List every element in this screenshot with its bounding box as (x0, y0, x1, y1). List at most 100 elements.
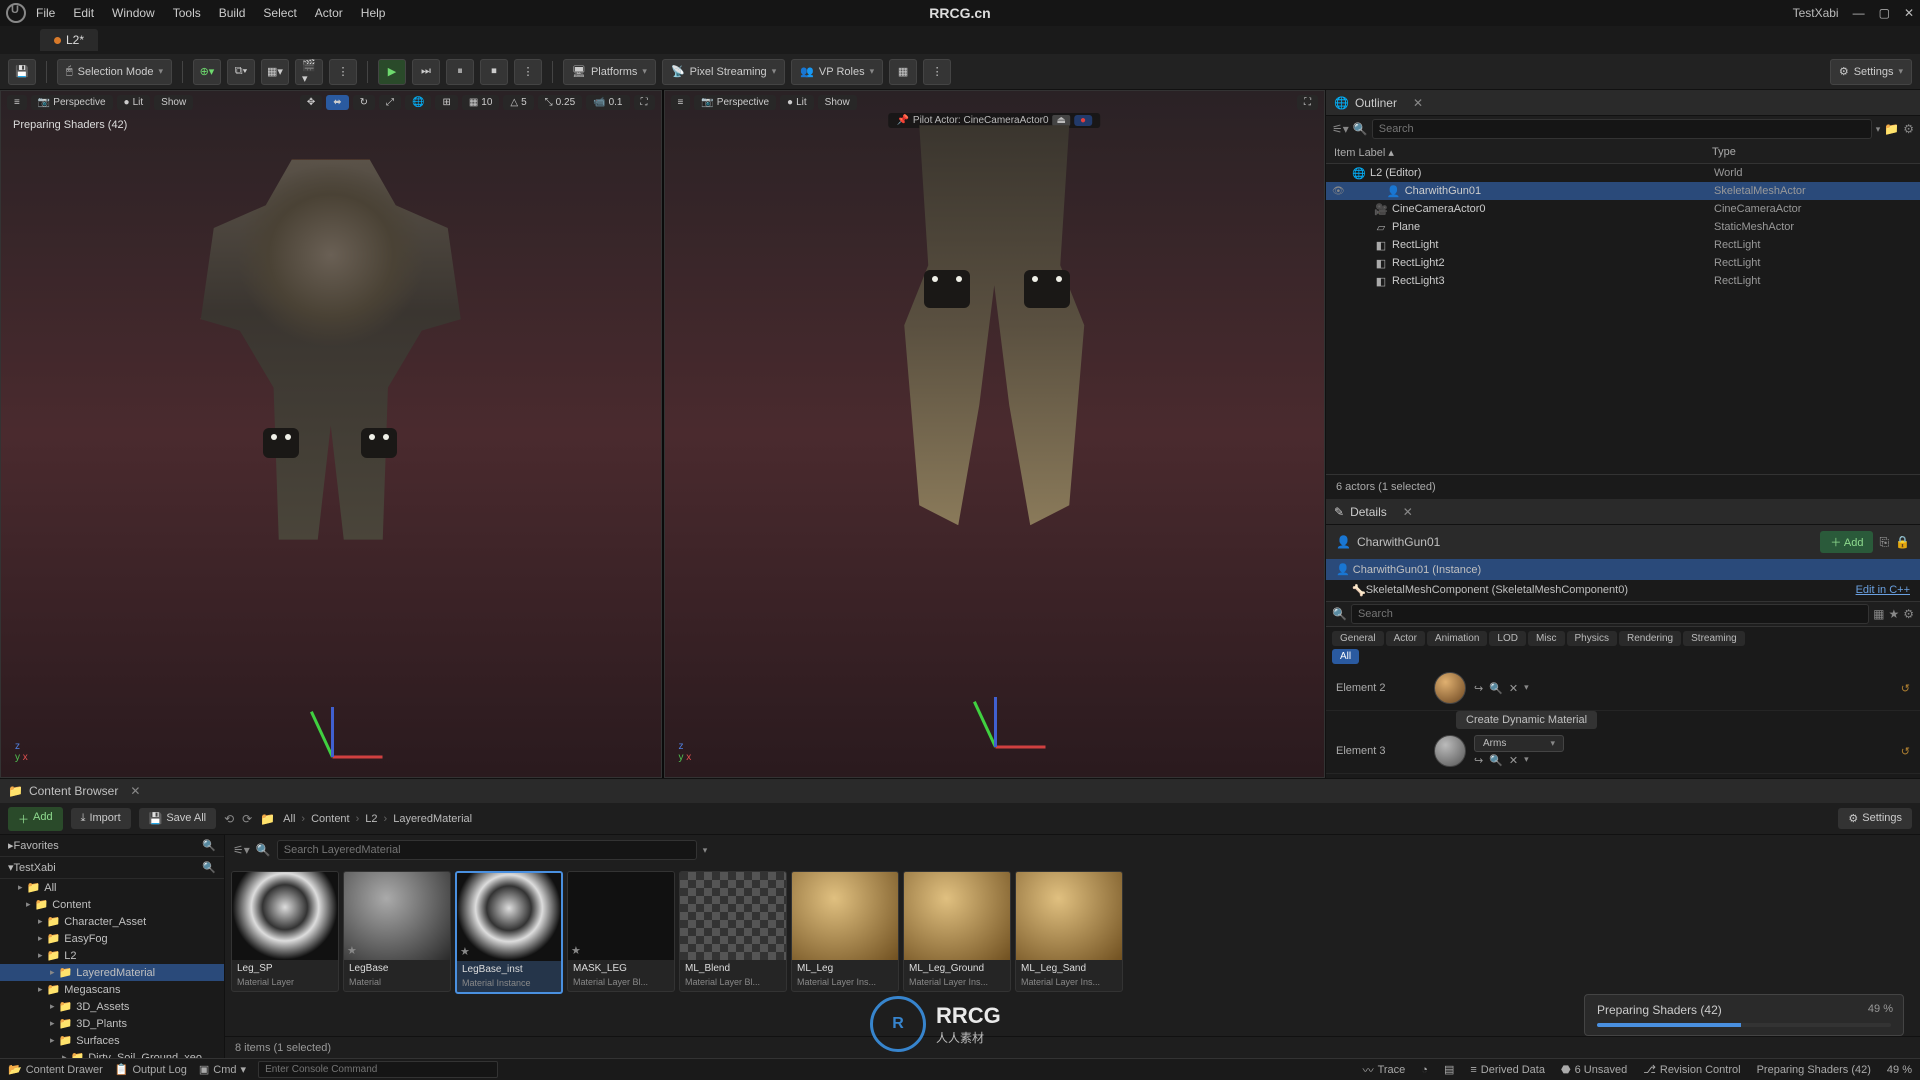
details-tab[interactable]: Physics (1567, 631, 1617, 646)
material-thumb[interactable] (1434, 735, 1466, 767)
scale-snap[interactable]: ⤡ 0.25 (538, 95, 582, 110)
asset-tile[interactable]: ★ LegBase_inst Material Instance (455, 871, 563, 994)
marketplace-button[interactable]: ⧉▾ (227, 59, 255, 85)
details-tab-all[interactable]: All (1332, 649, 1359, 664)
filter-icon[interactable]: ⚟▾ (1332, 122, 1349, 136)
coord-toggle[interactable]: 🌐 (405, 95, 431, 110)
pixel-streaming-dropdown[interactable]: 📡 Pixel Streaming ▾ (662, 59, 785, 85)
history-back-button[interactable]: ⟲ (224, 812, 234, 826)
viewport-right[interactable]: ≡ 📷 Perspective ● Lit Show ⛶ 📌 Pilot Act… (664, 90, 1326, 778)
tree-item[interactable]: ▸📁EasyFog (0, 930, 224, 947)
asset-tile[interactable]: ML_Leg_Sand Material Layer Ins... (1015, 871, 1123, 992)
search-history[interactable]: ▾ (703, 845, 708, 856)
menu-actor[interactable]: Actor (315, 6, 343, 20)
details-tab[interactable]: LOD (1489, 631, 1526, 646)
surface-snap[interactable]: ⊞ (435, 95, 457, 110)
cb-search-input[interactable] (277, 840, 697, 860)
pause-button[interactable]: ⏸ (446, 59, 474, 85)
options-icon[interactable]: ▾ (1524, 754, 1529, 767)
outliner-row[interactable]: ▱PlaneStaticMeshActor (1326, 218, 1920, 236)
play-button[interactable]: ▶ (378, 59, 406, 85)
component-row[interactable]: 🦴 SkeletalMeshComponent (SkeletalMeshCom… (1326, 580, 1920, 601)
project-section[interactable]: TestXabi (14, 862, 56, 874)
menu-select[interactable]: Select (263, 6, 296, 20)
asset-tile[interactable]: ★ LegBase Material (343, 871, 451, 992)
close-button[interactable]: ✕ (1904, 6, 1914, 20)
add-component-button[interactable]: ＋ Add (1820, 531, 1873, 553)
vp-menu-button[interactable]: ≡ (7, 95, 27, 110)
scale-tool[interactable]: ⤢ (379, 95, 401, 110)
settings-dropdown[interactable]: ⚙ Settings ▾ (1830, 59, 1912, 85)
favorites-section[interactable]: Favorites (14, 840, 59, 852)
tree-item[interactable]: ▸📁Content (0, 896, 224, 913)
asset-tile[interactable]: ML_Leg_Ground Material Layer Ins... (903, 871, 1011, 992)
transform-gizmo-2[interactable] (954, 667, 1034, 747)
menu-build[interactable]: Build (219, 6, 246, 20)
filter-button[interactable]: ⚟▾ (233, 843, 250, 857)
derived-data-button[interactable]: ≡ Derived Data (1470, 1064, 1545, 1076)
vp-menu-button-2[interactable]: ≡ (671, 95, 691, 110)
rotate-tool[interactable]: ↻ (353, 95, 375, 110)
breadcrumb-item[interactable]: LayeredMaterial (393, 813, 472, 825)
viewport-left[interactable]: ≡ 📷 Perspective ● Lit Show ✥ ⬌ ↻ ⤢ 🌐 ⊞ ▦… (0, 90, 662, 778)
menu-file[interactable]: File (36, 6, 55, 20)
play-options-button[interactable]: ⋮ (514, 59, 542, 85)
outliner-row[interactable]: ◧RectLightRectLight (1326, 236, 1920, 254)
search-icon[interactable]: 🔍 (202, 861, 216, 874)
outliner-row[interactable]: ◧RectLight2RectLight (1326, 254, 1920, 272)
save-button[interactable]: 💾 (8, 59, 36, 85)
tree-item[interactable]: ▸📁Character_Asset (0, 913, 224, 930)
outliner-row[interactable]: 🌐L2 (Editor)World (1326, 164, 1920, 182)
vp-perspective-dropdown-2[interactable]: 📷 Perspective (694, 95, 776, 110)
options-icon[interactable]: ▾ (1524, 682, 1529, 695)
transform-gizmo[interactable] (291, 677, 371, 757)
console-input[interactable] (258, 1061, 498, 1078)
stop-button[interactable]: ⏹ (480, 59, 508, 85)
folder-icon[interactable]: 📁 (260, 812, 275, 826)
asset-tile[interactable]: ML_Blend Material Layer Bl... (679, 871, 787, 992)
details-tab[interactable]: Misc (1528, 631, 1565, 646)
tree-item[interactable]: ▸📁Megascans (0, 981, 224, 998)
tree-item[interactable]: ▸📁LayeredMaterial (0, 964, 224, 981)
outliner-row[interactable]: 👁👤CharwithGun01SkeletalMeshActor (1326, 182, 1920, 200)
outliner-search-input[interactable] (1372, 119, 1872, 139)
col-type[interactable]: Type (1712, 146, 1912, 159)
details-tab[interactable]: Rendering (1619, 631, 1681, 646)
vp-show-dropdown-2[interactable]: Show (818, 95, 857, 110)
history-fwd-button[interactable]: ⟳ (242, 812, 252, 826)
browse-to-icon[interactable]: 🔍 (1489, 754, 1503, 767)
create-dynamic-material-button[interactable]: Create Dynamic Material (1456, 711, 1597, 729)
details-view-button[interactable]: ▦ (1873, 607, 1884, 621)
reset-icon[interactable]: ✕ (1509, 754, 1518, 767)
tree-item[interactable]: ▸📁All (0, 879, 224, 896)
asset-tile[interactable]: ★ MASK_LEG Material Layer Bl... (567, 871, 675, 992)
output-log-button[interactable]: 📋 Output Log (115, 1063, 187, 1076)
details-tab[interactable]: General (1332, 631, 1384, 646)
breadcrumb-item[interactable]: L2 (365, 813, 377, 825)
unsaved-button[interactable]: ⬣ 6 Unsaved (1561, 1063, 1627, 1076)
tree-item[interactable]: ▸📁L2 (0, 947, 224, 964)
col-item-label[interactable]: Item Label (1334, 147, 1385, 159)
cinematics-button[interactable]: 🎬▾ (295, 59, 323, 85)
stats-icon[interactable]: ▤ (1444, 1063, 1454, 1076)
menu-window[interactable]: Window (112, 6, 155, 20)
more-button[interactable]: ⋮ (329, 59, 357, 85)
details-tab[interactable]: Actor (1386, 631, 1425, 646)
search-icon[interactable]: 🔍 (202, 839, 216, 852)
lock-button[interactable]: 🔒 (1895, 535, 1910, 549)
step-button[interactable]: ⏭ (412, 59, 440, 85)
cb-settings-button[interactable]: ⚙ Settings (1838, 808, 1912, 829)
details-close-button[interactable]: ✕ (1403, 505, 1413, 519)
material-thumb[interactable] (1434, 672, 1466, 704)
tree-item[interactable]: ▸📁Dirty_Soil_Ground_xeo (0, 1049, 224, 1058)
maximize-viewport-2[interactable]: ⛶ (1297, 95, 1318, 110)
visibility-icon[interactable]: 👁 (1332, 186, 1345, 197)
vp-lit-dropdown[interactable]: ● Lit (117, 95, 151, 110)
selection-mode-dropdown[interactable]: 🖱 Selection Mode ▾ (57, 59, 172, 85)
angle-snap[interactable]: △ 5 (503, 95, 533, 110)
tree-item[interactable]: ▸📁Surfaces (0, 1032, 224, 1049)
revision-control-button[interactable]: ⎇ Revision Control (1643, 1063, 1740, 1076)
maximize-button[interactable]: ▢ (1879, 6, 1890, 20)
toolbar-more-button[interactable]: ⋮ (923, 59, 951, 85)
translate-tool[interactable]: ⬌ (326, 95, 348, 110)
